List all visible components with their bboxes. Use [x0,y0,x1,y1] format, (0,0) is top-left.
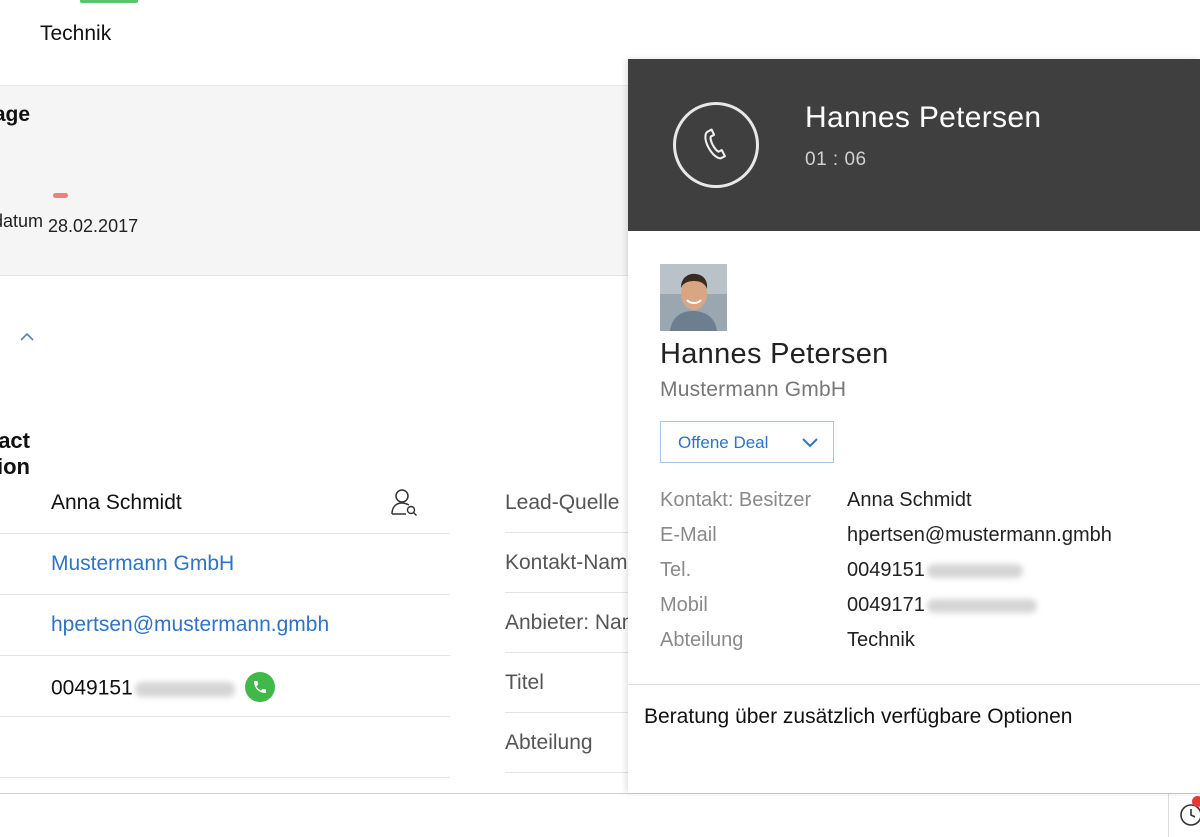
field-row-owner: Anna Schmidt [0,473,450,534]
field-row-phone: 0049151 [0,656,450,717]
department-value: Technik [847,629,915,651]
owner-value: Anna Schmidt [51,491,182,514]
chevron-up-icon[interactable] [19,331,35,343]
call-header: Hannes Petersen 01 : 06 [628,59,1200,231]
redacted-digits [134,681,235,697]
tab-title[interactable]: Technik [40,22,111,46]
field-row-empty [0,717,450,778]
record-summary [0,86,628,276]
email-label: E-Mail [660,524,717,546]
mobile-number: 0049171 [847,594,925,616]
deal-dropdown[interactable]: Offene Deal [660,421,834,463]
mobile-label: Mobil [660,594,708,616]
contact-fields-right: Lead-Quelle Kontakt-Name Anbieter: Name … [505,473,628,773]
contact-fields-left: Anna Schmidt Mustermann GmbH hpertsen@mu… [0,473,450,778]
detail-row-department: Abteilung Technik [660,627,1180,662]
redacted-digits [926,598,1037,613]
field-label-row: Titel [505,653,628,713]
detail-row-phone: Tel. 0049151 [660,557,1180,592]
field-row-company: Mustermann GmbH [0,534,450,595]
field-label-row: Lead-Quelle [505,473,628,533]
field-label-row: Anbieter: Name [505,593,628,653]
detail-row-mobile: Mobil 0049171 [660,592,1180,627]
stage-label: Stage [0,103,30,126]
contact-details: Kontakt: Besitzer Anna Schmidt E-Mail hp… [660,487,1180,662]
phone-icon[interactable] [673,102,759,188]
active-tab-indicator [80,0,138,3]
phone-number: 0049151 [51,676,133,700]
avatar-image [660,264,727,331]
detail-row-email: E-Mail hpertsen@mustermann.gmbh [660,522,1180,557]
call-button[interactable] [244,672,275,702]
closing-date-value: 28.02.2017 [48,216,139,236]
phone-number: 0049151 [847,559,925,581]
vendor-name-label: Anbieter: Name [505,611,628,634]
lead-source-label: Lead-Quelle [505,491,620,514]
owner-value: Anna Schmidt [847,489,972,511]
bottom-toolbar [0,793,1200,837]
owner-label: Kontakt: Besitzer [660,489,812,511]
department-label: Abteilung [505,731,593,754]
chevron-down-icon [802,438,818,448]
department-label: Abteilung [660,629,744,651]
detail-row-owner: Kontakt: Besitzer Anna Schmidt [660,487,1180,522]
phone-handset-icon [704,128,726,160]
contact-name-label: Kontakt-Name [505,551,628,574]
field-row-email: hpertsen@mustermann.gmbh [0,595,450,656]
redacted-digits [926,563,1023,578]
closing-date-row: Abgabedatum 28.02.2017 [0,211,138,237]
field-label-row: Abteilung [505,713,628,773]
phone-label: Tel. [660,559,692,581]
email-value[interactable]: hpertsen@mustermann.gmbh [847,524,1112,547]
mobile-value: 0049171 [847,594,1037,617]
company-link[interactable]: Mustermann GmbH [51,552,234,576]
stage-indicator [53,193,68,198]
call-timer: 01 : 06 [805,149,867,170]
owner-lookup-icon[interactable] [390,487,418,517]
field-label-row: Kontakt-Name [505,533,628,593]
call-note[interactable]: Beratung über zusätzlich verfügbare Opti… [644,705,1072,729]
caller-name: Hannes Petersen [805,101,1042,134]
contact-name[interactable]: Hannes Petersen [660,338,889,371]
contact-company: Mustermann GmbH [660,378,847,401]
email-link[interactable]: hpertsen@mustermann.gmbh [51,613,329,637]
closing-date-label: Abgabedatum [0,211,43,231]
phone-value: 0049151 [847,559,1023,582]
avatar [660,264,727,331]
notification-badge [1192,796,1200,807]
call-icon [253,681,266,693]
title-label: Titel [505,671,544,694]
deal-dropdown-label: Offene Deal [678,433,769,452]
divider [628,684,1200,685]
phone-value: 0049151 [51,672,275,704]
call-panel: Hannes Petersen 01 : 06 Hannes Petersen … [628,59,1200,793]
divider [1168,794,1169,837]
